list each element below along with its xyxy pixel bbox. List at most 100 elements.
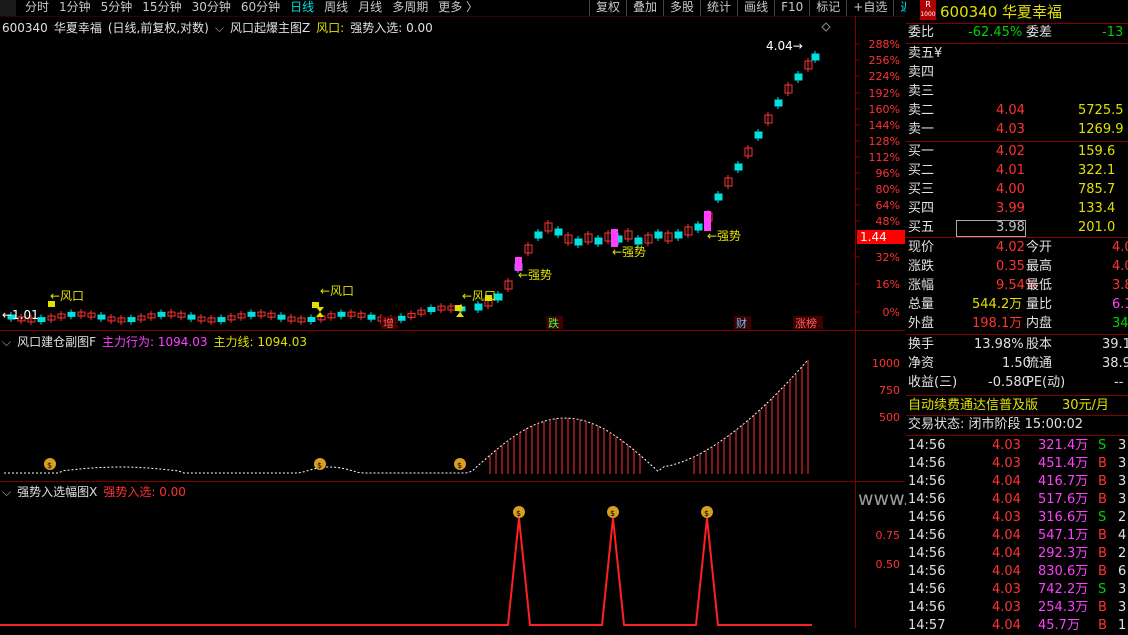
event-marker: 财	[736, 316, 747, 330]
quote-name: 华夏幸福	[1002, 3, 1063, 21]
annotation-fengkou: ←风口	[50, 289, 84, 303]
candle	[534, 231, 543, 239]
y-axis-label: 48%	[876, 215, 900, 228]
tool-button-1[interactable]: 叠加	[626, 0, 663, 16]
buy-level-3: 买三 4.00 785.7	[908, 182, 1116, 197]
y-axis-label: 288%	[869, 38, 900, 51]
y-axis-label: 0.50	[876, 558, 901, 571]
annotation-qiangshi: ←强势	[707, 229, 741, 243]
hourglass-icon	[316, 307, 324, 317]
menu-corner[interactable]	[0, 0, 16, 16]
candle	[674, 231, 683, 239]
money-bag-glyph: $	[610, 509, 615, 518]
tab-period-2[interactable]: 5分钟	[96, 0, 138, 16]
quote-row-1: 涨跌0.35最高4.0	[908, 259, 1128, 274]
tick-row-10: 14:57 4.04 45.7万 B 1	[908, 618, 1127, 633]
y-axis-label: 0%	[883, 306, 900, 319]
candle	[67, 311, 76, 317]
high-price-marker: 4.04→	[766, 39, 803, 53]
quote-stock-title: 600340 华夏幸福	[940, 1, 1062, 22]
candle	[811, 53, 820, 61]
sub-chart-1[interactable]: ⌵ 风口建仓副图F 主力行为: 1094.03 主力线: 1094.03 1000 75…	[0, 331, 905, 481]
low-price-marker: ←1.01	[2, 308, 39, 322]
money-bag-glyph: $	[704, 509, 709, 518]
tab-period-10[interactable]: 更多 〉	[433, 0, 483, 16]
buy-level-4: 买四 3.99 133.4	[908, 201, 1116, 216]
quote-row-3: 总量544.2万量比6.1	[908, 297, 1128, 312]
finance-row-2: 收益(三) -0.580 PE(动) --	[908, 375, 1124, 390]
trade-status: 交易状态: 闭市阶段 15:00:02	[908, 417, 1084, 432]
event-marker: 跌	[548, 316, 559, 330]
sell-level-2: 卖二 4.04 5725.5	[908, 103, 1124, 118]
selected-bid-box	[956, 220, 1026, 237]
buy-level-1: 买一 4.02 159.6	[908, 144, 1116, 159]
candle	[367, 314, 376, 320]
event-marker: 增	[383, 316, 394, 330]
finance-row-0: 换手 13.98% 股本 39.1	[908, 337, 1128, 352]
tick-row-3: 14:56 4.04 517.6万 B 3	[908, 492, 1127, 507]
sub2-chart[interactable]: 0.75 0.50 $ $ $	[0, 482, 905, 628]
tick-row-0: 14:56 4.03 321.4万 S 3	[908, 438, 1127, 453]
candle	[774, 99, 783, 107]
quote-row-2: 涨幅9.54%最低3.8	[908, 278, 1128, 293]
tool-button-4[interactable]: 画线	[737, 0, 774, 16]
sub1-chart[interactable]: 1000 750 500 $ $ $	[0, 331, 905, 481]
money-bag-glyph: $	[457, 461, 462, 470]
sub-chart-2[interactable]: ⌵强势入选幅图X强势入选: 0.00 0.750.50$$$ www.16chi…	[0, 482, 1007, 628]
candle	[594, 237, 603, 245]
candle	[754, 131, 763, 139]
tab-period-5[interactable]: 60分钟	[236, 0, 285, 16]
tool-button-2[interactable]: 多股	[663, 0, 700, 16]
candle	[307, 317, 316, 323]
tool-button-6[interactable]: 标记	[809, 0, 846, 16]
tab-period-1[interactable]: 1分钟	[54, 0, 96, 16]
tab-period-9[interactable]: 多周期	[387, 0, 433, 16]
sell-level-3: 卖三	[908, 84, 935, 99]
candle	[337, 311, 346, 317]
candle	[794, 73, 803, 81]
tool-button-5[interactable]: F10	[774, 0, 809, 16]
tick-row-7: 14:56 4.04 830.6万 B 6	[908, 564, 1127, 579]
candle	[187, 314, 196, 320]
tool-button-3[interactable]: 统计	[700, 0, 737, 16]
tab-period-6[interactable]: 日线	[285, 0, 319, 16]
y-axis-label: 0.75	[876, 529, 901, 542]
annotation-fengkou: ←风口	[462, 289, 496, 303]
tab-period-7[interactable]: 周线	[319, 0, 353, 16]
quote-code: 600340	[940, 3, 998, 21]
candle	[217, 317, 226, 323]
diamond-icon	[821, 22, 831, 32]
strong-select-line	[0, 517, 812, 626]
candle	[574, 238, 583, 246]
y-axis-label: 192%	[869, 87, 900, 100]
candle	[127, 317, 136, 323]
candle	[37, 317, 46, 323]
candle	[694, 223, 703, 231]
candle	[427, 306, 436, 312]
y-axis-label: 160%	[869, 103, 900, 116]
buy-level-2: 买二 4.01 322.1	[908, 163, 1116, 178]
current-price-tag: 1.44	[860, 230, 887, 244]
annotation-qiangshi: ←强势	[518, 268, 552, 282]
tab-period-4[interactable]: 30分钟	[187, 0, 236, 16]
quote-row-0: 现价4.02今开4.0	[908, 240, 1128, 255]
axis-divider	[855, 16, 856, 628]
tab-period-0[interactable]: 分时	[20, 0, 54, 16]
ad-banner[interactable]: 自动续费通达信普及版 30元/月	[906, 397, 1128, 415]
candlestick-chart[interactable]: 288% 256% 224% 192% 160% 144% 128% 112% 96% 80% 64…	[0, 17, 905, 330]
tool-button-7[interactable]: +自选	[846, 0, 893, 16]
quote-row-4: 外盘198.1万内盘346.2	[908, 316, 1128, 331]
candle	[714, 193, 723, 201]
tab-period-3[interactable]: 15分钟	[137, 0, 186, 16]
tab-period-8[interactable]: 月线	[353, 0, 387, 16]
candle	[247, 311, 256, 317]
main-chart-panel[interactable]: 600340 华夏幸福 (日线,前复权,对数) ⌵ 风口起爆主图Z 风口: 强势入选: 0.…	[0, 17, 905, 330]
y-axis-label: 32%	[876, 251, 900, 264]
tool-button-0[interactable]: 复权	[589, 0, 626, 16]
candle	[474, 303, 483, 311]
sell-level-5: 卖五¥	[908, 46, 943, 61]
money-bag-glyph: $	[516, 509, 521, 518]
y-axis-label: 80%	[876, 183, 900, 196]
tick-row-2: 14:56 4.04 416.7万 B 3	[908, 474, 1127, 489]
buy-level-5: 买五 3.98 201.0	[908, 220, 1116, 237]
